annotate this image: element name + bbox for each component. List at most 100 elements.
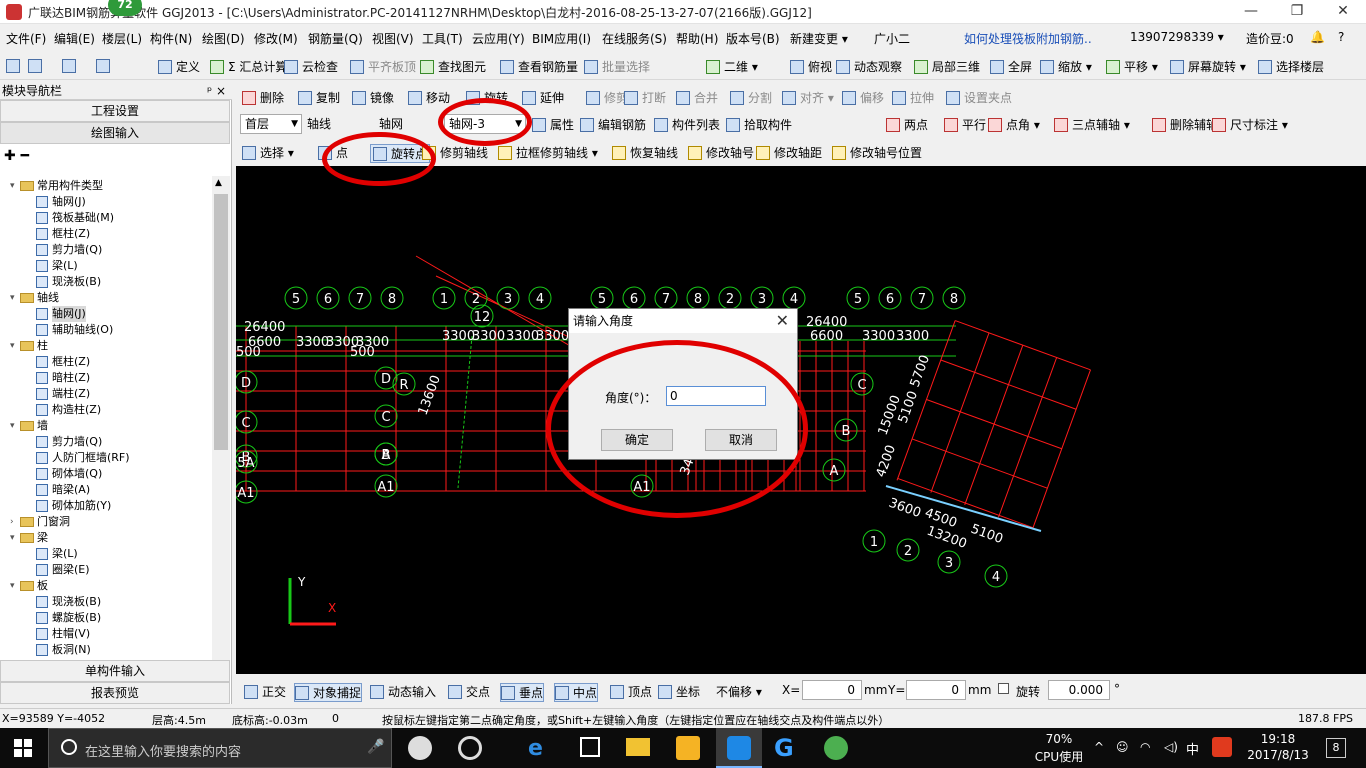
tree-scrollbar[interactable]: ▲ ▼ (212, 176, 230, 742)
green-app-icon[interactable] (824, 736, 848, 760)
taskbar-active-app[interactable] (716, 728, 762, 768)
toolbar1-item-1[interactable]: Σ 汇总计算 (210, 58, 287, 75)
menu-item-13[interactable]: 版本号(B) (726, 30, 780, 47)
tree-item-23[interactable]: 梁(L) (36, 546, 78, 562)
menu-item-19[interactable]: 🔔 (1310, 30, 1325, 44)
menu-item-16[interactable]: 如何处理筏板附加钢筋.. (964, 30, 1092, 47)
toolbar1-item-6[interactable]: 批量选择 (584, 58, 650, 75)
scroll-up-icon[interactable]: ▲ (215, 178, 222, 188)
start-windows-icon[interactable] (14, 739, 32, 757)
toolbar1-item-13[interactable]: 平移 ▾ (1106, 58, 1158, 75)
tree-expander-icon-15[interactable]: ▾ (10, 418, 20, 434)
menu-item-8[interactable]: 工具(T) (422, 30, 463, 47)
y-offset-input[interactable] (906, 680, 966, 700)
edge-browser-icon[interactable]: e (528, 736, 543, 761)
tree-expander-icon-7[interactable]: ▾ (10, 290, 20, 306)
dialog-close-icon[interactable]: ✕ (776, 311, 789, 330)
toolbar1-item-12[interactable]: 缩放 ▾ (1040, 58, 1092, 75)
tree-item-13[interactable]: 端柱(Z) (36, 386, 90, 402)
tree-item-22[interactable]: ▾ 梁 (10, 530, 48, 546)
tree-item-0[interactable]: ▾ 常用构件类型 (10, 178, 103, 194)
snap-item-2[interactable]: 动态输入 (370, 683, 436, 700)
menu-item-2[interactable]: 楼层(L) (102, 30, 142, 47)
floor-select[interactable]: 首层 ▼ (240, 114, 302, 134)
toolbar3-item-3[interactable]: 拾取构件 (726, 116, 792, 133)
maximize-button[interactable]: ❐ (1274, 0, 1320, 24)
toolbar3-item-2[interactable]: 构件列表 (654, 116, 720, 133)
rotate-checkbox[interactable] (998, 683, 1009, 694)
taskbar-app-pinwheel-icon[interactable] (408, 736, 432, 760)
toolbar2-item-2[interactable]: 镜像 (352, 89, 394, 106)
minimize-button[interactable]: — (1228, 0, 1274, 24)
toolbar2-item-9[interactable]: 分割 (730, 89, 772, 106)
sogou-ime-icon[interactable] (1212, 737, 1232, 757)
store-icon[interactable] (580, 737, 600, 757)
toolbar2-item-7[interactable]: 打断 (624, 89, 666, 106)
menu-item-5[interactable]: 修改(M) (254, 30, 298, 47)
toolbar1-item-3[interactable]: 平齐板顶 (350, 58, 416, 75)
tree-item-26[interactable]: 现浇板(B) (36, 594, 101, 610)
menu-item-4[interactable]: 绘图(D) (202, 30, 245, 47)
toolbar1-item-11[interactable]: 全屏 (990, 58, 1032, 75)
project-settings-button[interactable]: 工程设置 (0, 100, 230, 122)
tree-item-25[interactable]: ▾ 板 (10, 578, 48, 594)
menu-item-11[interactable]: 在线服务(S) (602, 30, 667, 47)
notes-app-icon[interactable] (676, 736, 700, 760)
toolbar2-item-3[interactable]: 移动 (408, 89, 450, 106)
snap-item-5[interactable]: 中点 (554, 683, 599, 702)
tree-item-20[interactable]: 砌体加筋(Y) (36, 498, 111, 514)
drawing-input-button[interactable]: 绘图输入 (0, 122, 230, 144)
toolbar3-item-7[interactable]: 三点辅轴 ▾ (1054, 116, 1130, 133)
toolbar1-item-8[interactable]: 俯视 ▾ (790, 58, 842, 75)
report-preview-button[interactable]: 报表预览 (0, 682, 230, 704)
toolbar1-item-9[interactable]: 动态观察 (836, 58, 902, 75)
notification-badge[interactable]: 72 (108, 0, 142, 16)
tree-item-9[interactable]: 辅助轴线(O) (36, 322, 113, 338)
menu-item-7[interactable]: 视图(V) (372, 30, 414, 47)
menu-item-10[interactable]: BIM应用(I) (532, 30, 591, 47)
snap-item-6[interactable]: 顶点 (610, 683, 652, 700)
tree-item-16[interactable]: 剪力墙(Q) (36, 434, 102, 450)
snap-item-4[interactable]: 垂点 (500, 683, 545, 702)
tree-expander-icon-10[interactable]: ▾ (10, 338, 20, 354)
toolbar2-item-11[interactable]: 偏移 (842, 89, 884, 106)
toolbar4-item-7[interactable]: 修改轴距 (756, 144, 822, 161)
tree-item-17[interactable]: 人防门框墙(RF) (36, 450, 130, 466)
tree-item-2[interactable]: 筏板基础(M) (36, 210, 114, 226)
toolbar1-item-14[interactable]: 屏幕旋转 ▾ (1170, 58, 1246, 75)
tree-item-29[interactable]: 板洞(N) (36, 642, 91, 658)
tree-item-18[interactable]: 砌体墙(Q) (36, 466, 102, 482)
snap-item-3[interactable]: 交点 (448, 683, 490, 700)
tree-item-8[interactable]: 轴网(J) (36, 306, 86, 322)
new-file-icon[interactable] (6, 59, 20, 73)
tree-expander-icon-22[interactable]: ▾ (10, 530, 20, 546)
menu-item-12[interactable]: 帮助(H) (676, 30, 718, 47)
toolbar4-item-5[interactable]: 恢复轴线 (612, 144, 678, 161)
toolbar3-item-8[interactable]: 删除辅轴 (1152, 116, 1218, 133)
toolbar2-item-13[interactable]: 设置夹点 (946, 89, 1012, 106)
undo-icon[interactable] (96, 59, 110, 73)
open-folder-icon[interactable] (28, 59, 42, 73)
tray-chevron-icon[interactable]: ^ (1094, 740, 1104, 754)
toolbar1-item-7[interactable]: 二维 ▾ (706, 58, 758, 75)
snap-item-1[interactable]: 对象捕捉 (294, 683, 363, 702)
volume-icon[interactable]: ◁) (1164, 740, 1178, 754)
toolbar3-item-4[interactable]: 两点 (886, 116, 928, 133)
tree-expander-icon-0[interactable]: ▾ (10, 178, 20, 194)
taskbar-app-swirl-icon[interactable] (458, 736, 482, 760)
toolbar4-item-6[interactable]: 修改轴号 (688, 144, 754, 161)
toolbar4-item-8[interactable]: 修改轴号位置 (832, 144, 922, 161)
save-icon[interactable] (62, 59, 76, 73)
tree-item-4[interactable]: 剪力墙(Q) (36, 242, 102, 258)
tree-item-3[interactable]: 框柱(Z) (36, 226, 90, 242)
glodon-g-icon[interactable]: G (774, 734, 794, 762)
expand-all-icon[interactable]: ✚ ━ (4, 148, 29, 164)
menu-item-20[interactable]: ? (1338, 30, 1344, 44)
tree-item-7[interactable]: ▾ 轴线 (10, 290, 59, 306)
toolbar1-item-0[interactable]: 定义 (158, 58, 200, 75)
action-center-icon[interactable]: 8 (1326, 738, 1346, 758)
tree-item-27[interactable]: 螺旋板(B) (36, 610, 101, 626)
tree-item-24[interactable]: 圈梁(E) (36, 562, 90, 578)
tree-item-19[interactable]: 暗梁(A) (36, 482, 90, 498)
toolbar3-item-5[interactable]: 平行 (944, 116, 986, 133)
